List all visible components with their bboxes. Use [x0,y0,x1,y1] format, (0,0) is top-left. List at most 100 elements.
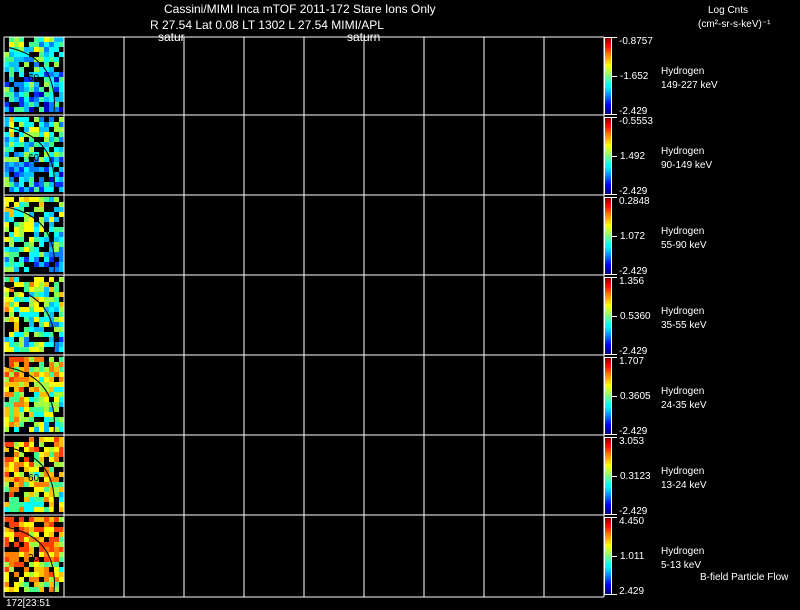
heatmap-cell [54,317,59,322]
heatmap-cell [49,52,54,57]
heatmap-cell [24,187,29,192]
heatmap-cell [4,87,9,92]
colorbar-tick [611,316,617,317]
heatmap-cell [9,477,14,482]
heatmap-cell [49,417,54,422]
heatmap-cell [24,177,29,182]
heatmap-cell [19,562,24,567]
heatmap-cell [29,527,34,532]
heatmap-cell [24,347,29,352]
heatmap-cell [19,182,24,187]
colorbar-tick [611,476,617,477]
heatmap-cell [24,267,29,272]
heatmap-cell [44,582,49,587]
heatmap-cell [24,127,29,132]
colorbar-mid-label: 1.011 [620,551,645,562]
heatmap-cell [4,337,9,342]
heatmap-cell [44,567,49,572]
heatmap-cell [14,297,19,302]
heatmap-cell [4,92,9,97]
heatmap-cell [19,332,24,337]
heatmap-cell [9,77,14,82]
heatmap-cell [34,252,39,257]
heatmap-cell [59,572,64,577]
heatmap-cell [34,492,39,497]
heatmap-cell [39,502,44,507]
heatmap-cell [39,347,44,352]
heatmap-cell [14,412,19,417]
heatmap-cell [9,277,14,282]
heatmap-cell [24,382,29,387]
heatmap-cell [9,52,14,57]
heatmap-cell [29,507,34,512]
heatmap-cell [19,537,24,542]
heatmap-cell [14,67,19,72]
heatmap-cell [24,332,29,337]
heatmap-cell [9,462,14,467]
heatmap-cell [24,537,29,542]
heatmap-cell [9,377,14,382]
heatmap-cell [29,367,34,372]
heatmap-cell [24,62,29,67]
heatmap-cell [49,467,54,472]
heatmap-cell [4,57,9,62]
heatmap-cell [24,507,29,512]
heatmap-cell [19,42,24,47]
heatmap-cell [39,42,44,47]
heatmap-cell [19,417,24,422]
heatmap-cell [4,382,9,387]
heatmap-cell [49,372,54,377]
heatmap-cell [59,387,64,392]
heatmap-cell [44,97,49,102]
heatmap-cell [4,227,9,232]
heatmap-cell [19,107,24,112]
heatmap-cell [14,357,19,362]
heatmap-cell [14,247,19,252]
heatmap-cell [14,37,19,42]
heatmap-cell [49,137,54,142]
heatmap-cell [39,407,44,412]
heatmap-cell [39,187,44,192]
heatmap-cell [39,297,44,302]
heatmap-cell [44,497,49,502]
colorbar-mid-label: 0.3123 [620,471,651,482]
heatmap-cell [54,492,59,497]
heatmap-cell [9,442,14,447]
heatmap-cell [14,302,19,307]
heatmap-cell [49,542,54,547]
heatmap-cell [54,447,59,452]
heatmap-cell [39,157,44,162]
heatmap-cell [49,72,54,77]
heatmap-cell [59,472,64,477]
heatmap-cell [39,527,44,532]
heatmap-cell [59,342,64,347]
heatmap-cell [19,472,24,477]
heatmap-cell [9,407,14,412]
heatmap-cell [19,102,24,107]
heatmap-cell [9,232,14,237]
heatmap-cell [14,562,19,567]
heatmap-cell [14,82,19,87]
heatmap-cell [59,547,64,552]
heatmap-cell [14,97,19,102]
colorbar-tick [611,197,617,198]
heatmap-cell [54,402,59,407]
heatmap-cell [4,267,9,272]
heatmap-cell [4,152,9,157]
heatmap-cell [24,362,29,367]
heatmap-cell [19,522,24,527]
heatmap-cell [39,282,44,287]
heatmap-cell [54,247,59,252]
heatmap-cell [4,297,9,302]
heatmap-cell [9,522,14,527]
heatmap-cell [9,402,14,407]
heatmap-cell [44,82,49,87]
heatmap-cell [19,412,24,417]
heatmap-cell [59,362,64,367]
heatmap-cell [59,557,64,562]
heatmap-cell [19,247,24,252]
time-label: 172[23:51 [6,598,51,609]
heatmap-cell [34,282,39,287]
heatmap-cell [4,212,9,217]
heatmap-cell [34,117,39,122]
